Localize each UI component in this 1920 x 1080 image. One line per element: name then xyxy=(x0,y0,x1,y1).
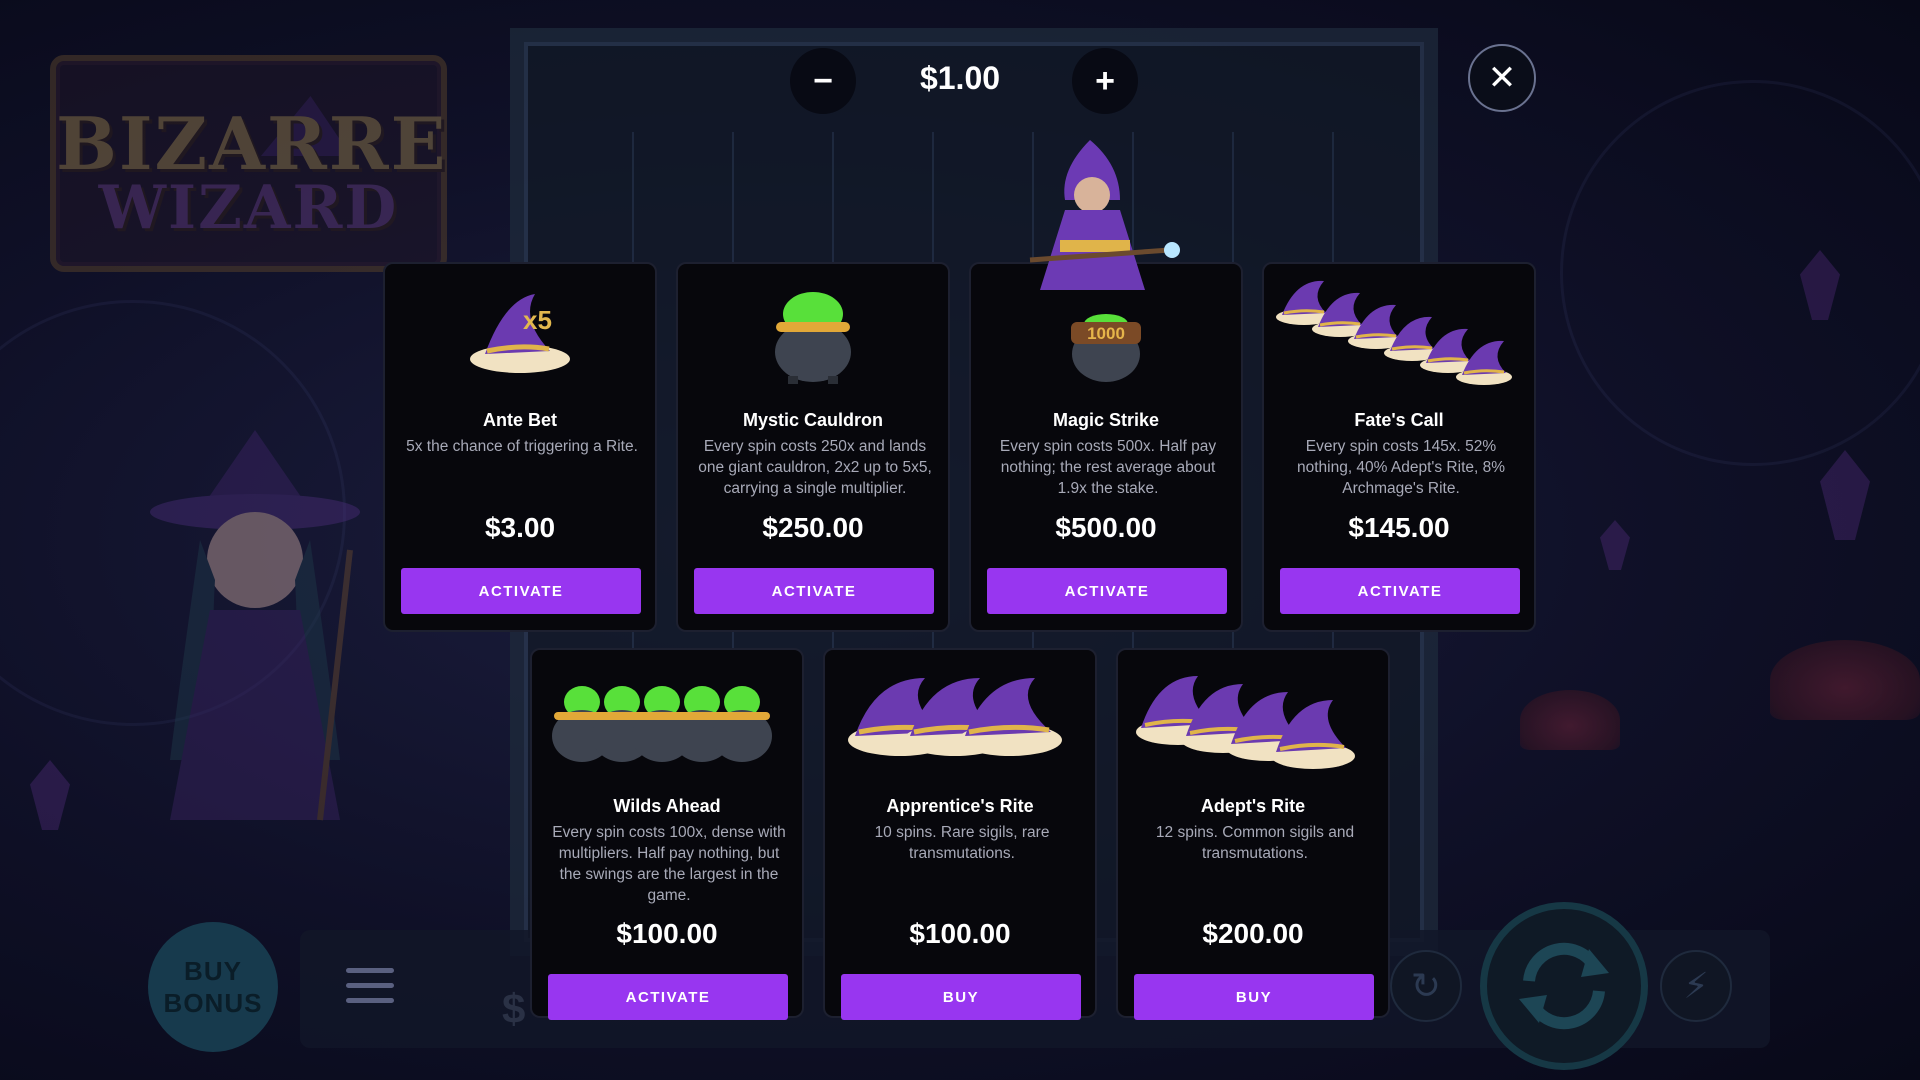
turbo-icon[interactable]: ⚡ xyxy=(1660,950,1732,1022)
feature-card-wilds-ahead: Wilds Ahead Every spin costs 100x, dense… xyxy=(530,648,804,1020)
card-title: Apprentice's Rite xyxy=(886,796,1034,816)
feature-card-mystic-cauldron: Mystic Cauldron Every spin costs 250x an… xyxy=(676,262,950,632)
bet-control: − $1.00 + xyxy=(790,48,1138,116)
background-mushroom xyxy=(1520,690,1620,750)
activate-button[interactable]: ACTIVATE xyxy=(401,568,641,614)
background-mushroom xyxy=(1770,640,1920,720)
card-price: $200.00 xyxy=(1202,918,1304,949)
card-description: Every spin costs 250x and lands one gian… xyxy=(698,438,932,497)
activate-button[interactable]: ACTIVATE xyxy=(1280,568,1520,614)
background-crystal xyxy=(1600,520,1630,570)
decrease-bet-button[interactable]: − xyxy=(790,48,856,114)
card-price: $100.00 xyxy=(909,918,1011,949)
card-title: Magic Strike xyxy=(1052,410,1160,430)
cauldron-icon xyxy=(678,284,948,384)
feature-card-ante-bet: x5 Ante Bet 5x the chance of triggering … xyxy=(383,262,657,632)
feature-card-magic-strike: 1000 Magic Strike Every spin costs 500x.… xyxy=(969,262,1243,632)
svg-text:x5: x5 xyxy=(523,305,552,335)
four-hats-icon xyxy=(1118,670,1388,770)
svg-text:1000: 1000 xyxy=(1087,324,1125,343)
card-price: $145.00 xyxy=(1348,512,1450,543)
wizard-girl-icon xyxy=(1029,140,1180,290)
increase-bet-button[interactable]: + xyxy=(1072,48,1138,114)
card-title: Fate's Call xyxy=(1354,410,1444,430)
witch-hat-x5-icon: x5 xyxy=(385,284,655,384)
activate-button[interactable]: ACTIVATE xyxy=(987,568,1227,614)
card-description: 5x the chance of triggering a Rite. xyxy=(406,438,638,455)
spin-arrows-icon xyxy=(1519,942,1609,1030)
card-description: 12 spins. Common sigils and transmutatio… xyxy=(1155,824,1355,862)
card-title: Mystic Cauldron xyxy=(742,410,884,430)
background-crystal xyxy=(30,760,70,830)
five-cauldrons-icon xyxy=(532,670,802,770)
menu-icon[interactable] xyxy=(346,968,394,1004)
witch-character-icon xyxy=(150,430,360,821)
card-description: Every spin costs 100x, dense with multip… xyxy=(552,824,786,904)
autoplay-icon[interactable]: ↻ xyxy=(1390,950,1462,1022)
game-logo: BIZARRE WIZARD xyxy=(50,55,447,272)
card-description: Every spin costs 500x. Half pay nothing;… xyxy=(999,438,1217,497)
card-description: Every spin costs 145x. 52% nothing, 40% … xyxy=(1296,438,1506,497)
close-button[interactable]: ✕ xyxy=(1468,44,1536,112)
activate-button[interactable]: ACTIVATE xyxy=(548,974,788,1020)
spin-button[interactable] xyxy=(1480,902,1648,1070)
game-screen: BIZARRE WIZARD − $1.00 + ✕ BUY BONUS $ ↻… xyxy=(0,0,1920,1080)
background-vine xyxy=(1560,80,1920,466)
card-title: Wilds Ahead xyxy=(613,796,721,816)
buy-button[interactable]: BUY xyxy=(841,974,1081,1020)
logo-subtitle: WIZARD xyxy=(98,173,399,243)
feature-card-apprentices-rite: Apprentice's Rite 10 spins. Rare sigils,… xyxy=(823,648,1097,1020)
six-hats-icon xyxy=(1264,280,1534,387)
feature-card-adepts-rite: Adept's Rite 12 spins. Common sigils and… xyxy=(1116,648,1390,1020)
card-title: Ante Bet xyxy=(482,410,557,430)
card-price: $100.00 xyxy=(616,918,718,949)
buy-bonus-button[interactable]: BUY BONUS xyxy=(148,922,278,1052)
card-title: Adept's Rite xyxy=(1200,796,1306,816)
three-hats-icon xyxy=(825,670,1095,770)
buy-button[interactable]: BUY xyxy=(1134,974,1374,1020)
card-price: $250.00 xyxy=(762,512,864,543)
card-price: $500.00 xyxy=(1055,512,1157,543)
bet-amount: $1.00 xyxy=(919,60,1001,96)
card-description: 10 spins. Rare sigils, rare transmutatio… xyxy=(874,824,1050,862)
feature-card-fates-call: Fate's Call Every spin costs 145x. 52% n… xyxy=(1262,262,1536,632)
activate-button[interactable]: ACTIVATE xyxy=(694,568,934,614)
balance-currency: $ xyxy=(502,985,526,1032)
card-price: $3.00 xyxy=(484,512,556,543)
background-crystal xyxy=(1820,450,1870,540)
